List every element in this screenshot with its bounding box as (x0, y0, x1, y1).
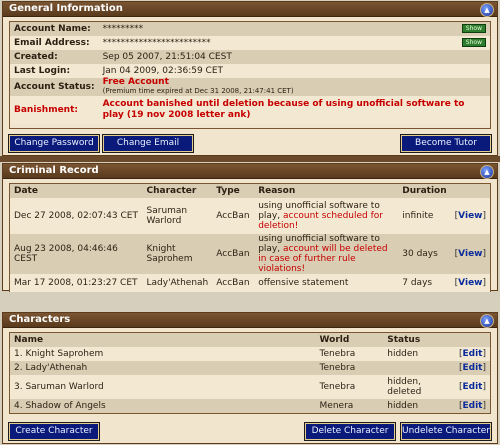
name-cell: 1. Knight Saprohem (14, 349, 104, 359)
delete-character-button[interactable]: Delete Character (304, 422, 396, 441)
character-cell: Knight Saprohem (146, 244, 193, 264)
date-cell: Aug 23 2008, 04:46:46 CEST (14, 244, 118, 264)
col-status: Status (387, 335, 421, 345)
change-email-button[interactable]: Change Email (102, 134, 194, 153)
world-cell: Tenebra (319, 363, 356, 373)
panel-header: General Information ▲ (3, 2, 497, 17)
info-row-created: Created: Sep 05 2007, 21:51:04 CEST (10, 50, 490, 64)
table-row: Dec 27 2008, 02:07:43 CET Saruman Warlor… (10, 198, 490, 234)
general-information-panel: General Information ▲ Account Name: ****… (2, 1, 498, 156)
edit-link[interactable]: Edit (463, 349, 483, 359)
col-reason: Reason (258, 186, 296, 196)
panel-title: Criminal Record (9, 165, 99, 176)
table-row: Mar 17 2008, 01:23:27 CET Lady'Athenah A… (10, 274, 490, 292)
show-button[interactable]: Show (461, 24, 486, 33)
status-cell: hidden (387, 349, 419, 359)
view-link[interactable]: View (458, 211, 482, 221)
name-cell: 2. Lady'Athenah (14, 363, 88, 373)
panel-title: General Information (9, 3, 123, 14)
status-value: Free Account (102, 77, 169, 87)
value: ************************ (102, 38, 211, 48)
col-character: Character (146, 186, 197, 196)
label: Last Login: (14, 66, 71, 76)
label: Account Status: (14, 82, 95, 92)
duration-cell: 7 days (402, 278, 433, 288)
view-link[interactable]: View (458, 278, 482, 288)
criminal-table: Date Character Type Reason Duration Dec … (10, 184, 490, 292)
view-link[interactable]: View (458, 249, 482, 259)
col-type: Type (216, 186, 240, 196)
col-duration: Duration (402, 186, 447, 196)
table-row: 4. Shadow of Angels Menera hidden [Edit] (10, 399, 490, 413)
col-actions (455, 333, 490, 347)
separator (0, 292, 500, 308)
status-cell (383, 361, 455, 375)
name-cell: 3. Saruman Warlord (14, 382, 104, 392)
characters-table: Name World Status 1. Knight Saprohem Ten… (10, 333, 490, 413)
characters-panel: Characters ▲ Name World Status 1. Knight… (2, 312, 498, 444)
status-cell: hidden (387, 401, 419, 411)
panel-header: Criminal Record ▲ (3, 164, 497, 179)
collapse-icon[interactable]: ▲ (480, 165, 494, 179)
panel-header: Characters ▲ (3, 313, 497, 328)
col-actions (451, 184, 490, 198)
status-cell: hidden, deleted (387, 377, 422, 397)
col-date: Date (14, 186, 38, 196)
criminal-table-frame: Date Character Type Reason Duration Dec … (9, 183, 491, 293)
table-row: 3. Saruman Warlord Tenebra hidden, delet… (10, 375, 490, 399)
edit-link[interactable]: Edit (463, 382, 483, 392)
table-header: Name World Status (10, 333, 490, 347)
change-password-button[interactable]: Change Password (8, 134, 100, 153)
characters-table-frame: Name World Status 1. Knight Saprohem Ten… (9, 332, 491, 414)
separator (0, 156, 500, 162)
label: Banishment: (14, 105, 78, 115)
info-row-account-status: Account Status: Free Account (Premium ti… (10, 78, 490, 96)
table-row: 2. Lady'Athenah Tenebra [Edit] (10, 361, 490, 375)
type-cell: AccBan (216, 278, 250, 288)
info-table: Account Name: ********* Show Email Addre… (10, 22, 490, 124)
value: Jan 04 2009, 02:36:59 CET (102, 66, 224, 76)
col-world: World (319, 335, 350, 345)
character-cell: Saruman Warlord (146, 206, 188, 226)
info-row-last-login: Last Login: Jan 04 2009, 02:36:59 CET (10, 64, 490, 78)
type-cell: AccBan (216, 211, 250, 221)
banishment-value: Account banished until deletion because … (102, 99, 465, 120)
value: ********* (102, 24, 144, 34)
table-row: Aug 23 2008, 04:46:46 CEST Knight Saproh… (10, 234, 490, 274)
status-note: (Premium time expired at Dec 31 2008, 21… (102, 87, 294, 95)
create-character-button[interactable]: Create Character (8, 422, 100, 441)
table-row: 1. Knight Saprohem Tenebra hidden [Edit] (10, 347, 490, 361)
character-cell: Lady'Athenah (146, 278, 209, 288)
world-cell: Tenebra (319, 349, 356, 359)
label: Email Address: (14, 38, 90, 48)
collapse-icon[interactable]: ▲ (480, 314, 494, 328)
criminal-record-panel: Criminal Record ▲ Date Character Type Re… (2, 163, 498, 293)
name-cell: 4. Shadow of Angels (14, 401, 106, 411)
info-row-account-name: Account Name: ********* Show (10, 22, 490, 36)
col-name: Name (14, 335, 44, 345)
edit-link[interactable]: Edit (463, 401, 483, 411)
edit-link[interactable]: Edit (463, 363, 483, 373)
duration-cell: 30 days (402, 249, 438, 259)
undelete-character-button[interactable]: Undelete Character (400, 422, 492, 441)
info-table-frame: Account Name: ********* Show Email Addre… (9, 21, 491, 129)
date-cell: Dec 27 2008, 02:07:43 CET (14, 211, 138, 221)
show-button[interactable]: Show (461, 38, 486, 47)
label: Created: (14, 52, 58, 62)
duration-cell: infinite (402, 211, 434, 221)
label: Account Name: (14, 24, 91, 34)
date-cell: Mar 17 2008, 01:23:27 CET (14, 278, 138, 288)
value: Sep 05 2007, 21:51:04 CEST (102, 52, 232, 62)
type-cell: AccBan (216, 249, 250, 259)
collapse-icon[interactable]: ▲ (480, 3, 494, 17)
world-cell: Tenebra (319, 382, 356, 392)
table-header: Date Character Type Reason Duration (10, 184, 490, 198)
become-tutor-button[interactable]: Become Tutor (400, 134, 492, 153)
info-row-email: Email Address: ************************ … (10, 36, 490, 50)
info-row-banishment: Banishment: Account banished until delet… (10, 96, 490, 124)
world-cell: Menera (319, 401, 354, 411)
panel-title: Characters (9, 314, 71, 325)
reason-text: offensive statement (258, 278, 349, 288)
